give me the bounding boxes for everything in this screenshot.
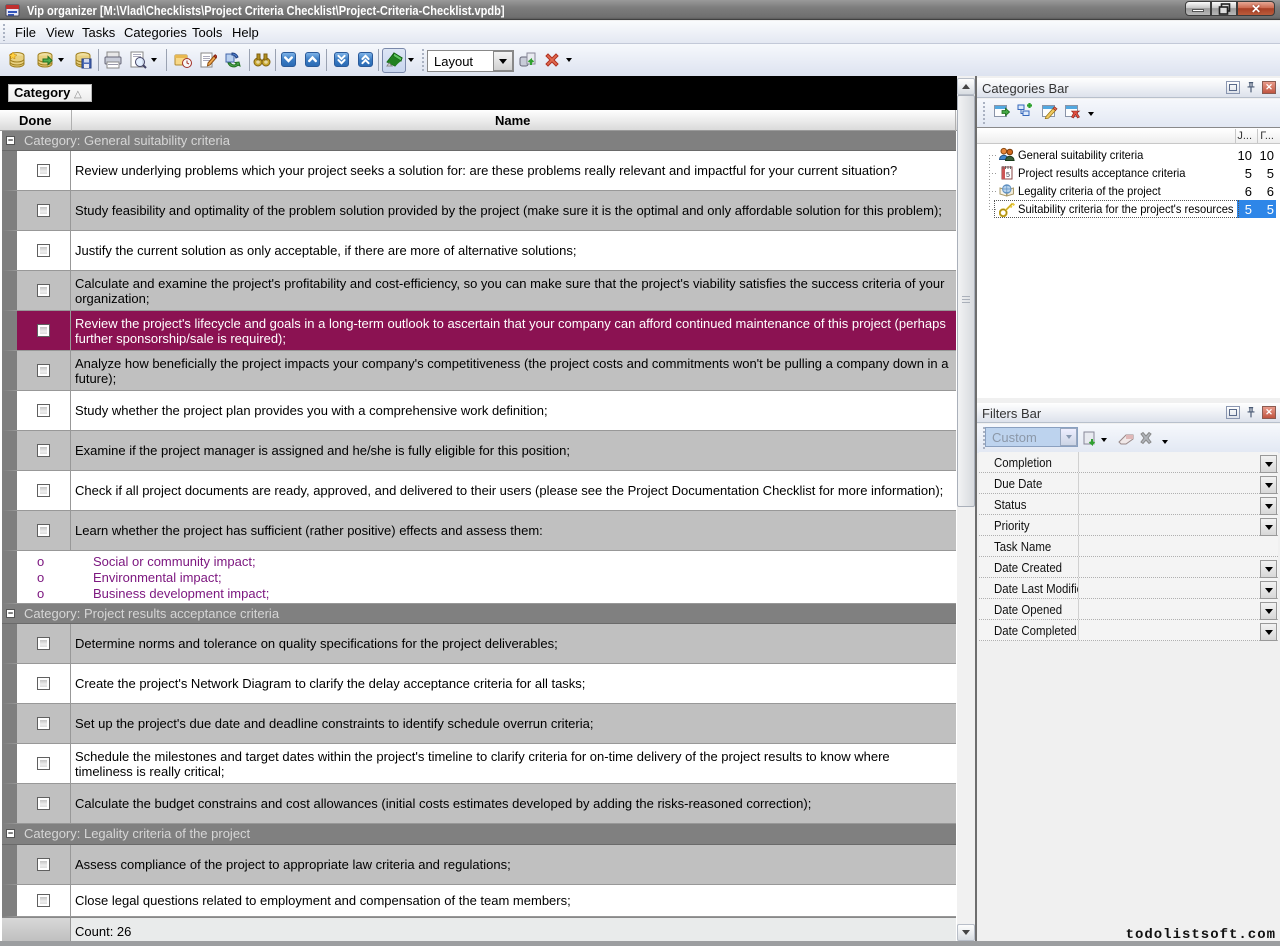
svg-text:5: 5 [1006,172,1010,179]
